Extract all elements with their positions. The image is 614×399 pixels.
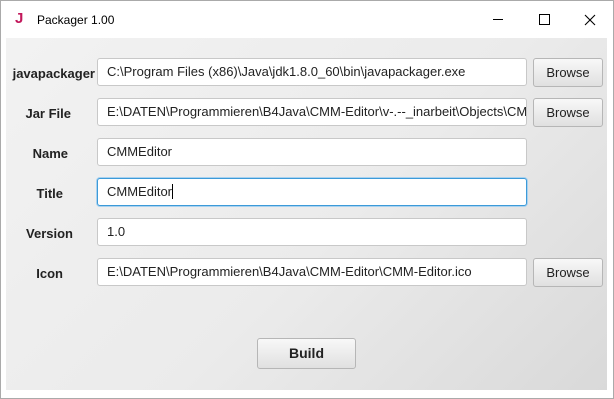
minimize-icon [493,19,503,20]
version-label: Version [26,226,73,241]
minimize-button[interactable] [475,1,521,38]
packager-window: J Packager 1.00 javapackager C:\Program … [0,0,614,399]
name-field[interactable]: CMMEditor [97,138,527,166]
maximize-icon [538,14,550,25]
build-button[interactable]: Build [257,338,356,369]
javapackager-browse-button[interactable]: Browse [533,58,603,87]
jarfile-browse-button[interactable]: Browse [533,98,603,127]
close-icon [584,14,596,25]
maximize-button[interactable] [521,1,567,38]
icon-label: Icon [36,266,63,281]
title-field[interactable]: CMMEditor [97,178,527,206]
version-field[interactable]: 1.0 [97,218,527,246]
javapackager-field[interactable]: C:\Program Files (x86)\Java\jdk1.8.0_60\… [97,58,527,86]
jarfile-label: Jar File [25,106,71,121]
title-label: Title [36,186,64,201]
form-panel: javapackager C:\Program Files (x86)\Java… [6,38,607,390]
close-button[interactable] [567,1,613,38]
icon-browse-button[interactable]: Browse [533,258,603,287]
title-field-value: CMMEditor [107,184,173,199]
title-bar[interactable]: J Packager 1.00 [1,1,613,38]
icon-field[interactable]: E:\DATEN\Programmieren\B4Java\CMM-Editor… [97,258,527,286]
name-label: Name [32,146,68,161]
app-icon: J [15,10,24,27]
javapackager-label: javapackager [12,66,95,81]
window-title: Packager 1.00 [37,13,115,27]
text-caret [172,184,174,199]
jarfile-field[interactable]: E:\DATEN\Programmieren\B4Java\CMM-Editor… [97,98,527,126]
